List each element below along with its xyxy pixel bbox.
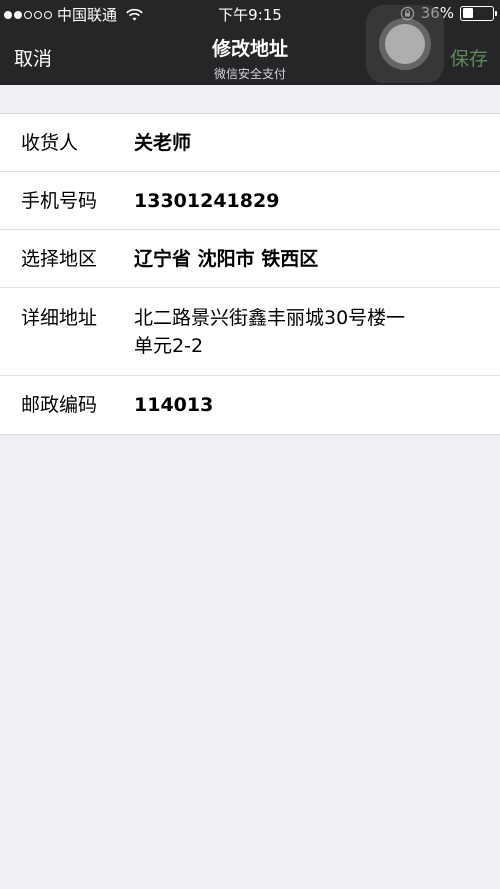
region-label: 选择地区 [21, 248, 98, 270]
region-row[interactable]: 选择地区 辽宁省 沈阳市 铁西区 [0, 230, 500, 288]
region-selector[interactable]: 辽宁省 沈阳市 铁西区 [134, 245, 500, 273]
battery-icon [460, 5, 497, 21]
assistive-touch-ring [379, 18, 431, 70]
recipient-input[interactable]: 关老师 [134, 129, 500, 157]
postcode-input[interactable]: 114013 [134, 391, 500, 419]
phone-label: 手机号码 [21, 190, 98, 212]
address-line-2: 单元2-2 [134, 335, 204, 357]
address-input[interactable]: 北二路景兴街鑫丰丽城30号楼一 单元2-2 [134, 304, 500, 360]
postcode-row[interactable]: 邮政编码 114013 [0, 376, 500, 434]
recipient-row[interactable]: 收货人 关老师 [0, 114, 500, 172]
recipient-label: 收货人 [21, 132, 79, 154]
postcode-label: 邮政编码 [21, 394, 98, 416]
save-button[interactable]: 保存 [450, 44, 488, 71]
address-form: 收货人 关老师 手机号码 13301241829 选择地区 辽宁省 沈阳市 铁西… [0, 113, 500, 435]
address-line-1: 北二路景兴街鑫丰丽城30号楼一 [134, 307, 406, 329]
top-header: 中国联通 下午9:15 36% 取消 修改地址 微信安全支付 保存 [0, 0, 500, 85]
phone-row[interactable]: 手机号码 13301241829 [0, 172, 500, 230]
address-row[interactable]: 详细地址 北二路景兴街鑫丰丽城30号楼一 单元2-2 [0, 288, 500, 376]
address-label: 详细地址 [21, 307, 98, 329]
assistive-touch-core [385, 24, 425, 64]
phone-input[interactable]: 13301241829 [134, 187, 500, 215]
assistive-touch-button[interactable] [366, 5, 444, 83]
battery-fill [462, 8, 473, 18]
